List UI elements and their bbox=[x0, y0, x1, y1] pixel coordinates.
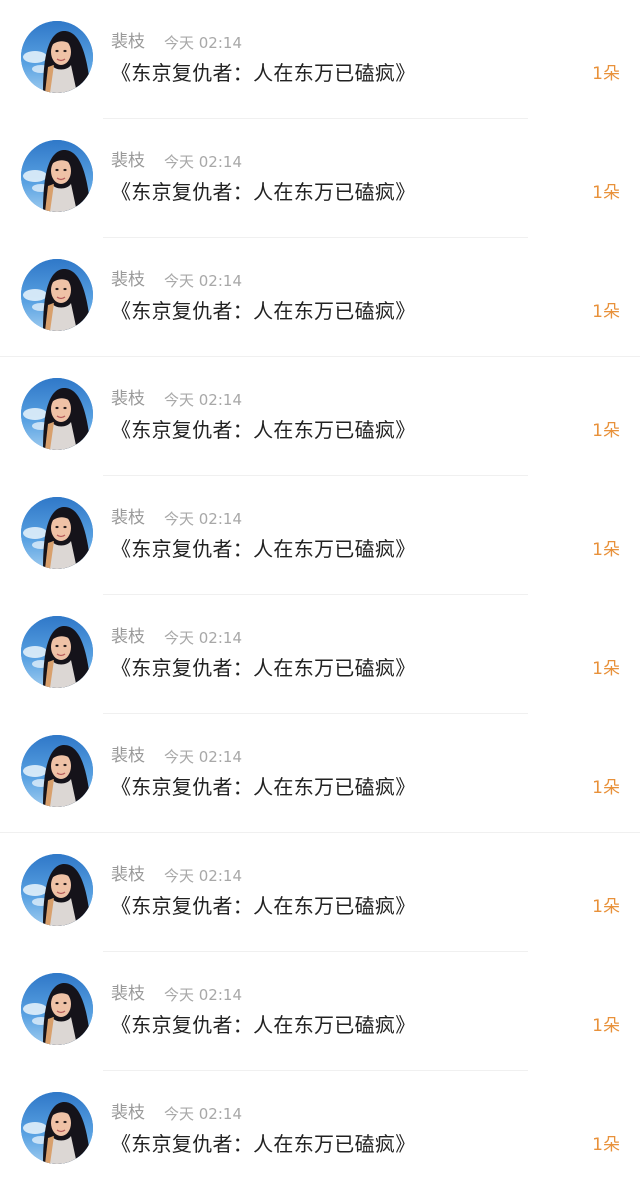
gift-amount: 1朵 bbox=[592, 183, 620, 203]
sender-name: 裴枝 bbox=[111, 746, 145, 766]
sender-name: 裴枝 bbox=[111, 1103, 145, 1123]
timestamp: 今天 02:14 bbox=[164, 153, 242, 171]
gift-amount: 1朵 bbox=[592, 1135, 620, 1155]
list-item[interactable]: 裴枝 今天 02:14 《东京复仇者：人在东万已磕疯》 1朵 bbox=[0, 1071, 640, 1190]
avatar[interactable] bbox=[21, 973, 93, 1045]
avatar[interactable] bbox=[21, 140, 93, 212]
list-item[interactable]: 裴枝 今天 02:14 《东京复仇者：人在东万已磕疯》 1朵 bbox=[0, 714, 640, 833]
gift-message: 《东京复仇者：人在东万已磕疯》 bbox=[111, 61, 416, 85]
gift-message: 《东京复仇者：人在东万已磕疯》 bbox=[111, 894, 416, 918]
gift-message: 《东京复仇者：人在东万已磕疯》 bbox=[111, 656, 416, 680]
timestamp: 今天 02:14 bbox=[164, 748, 242, 766]
list-item[interactable]: 裴枝 今天 02:14 《东京复仇者：人在东万已磕疯》 1朵 bbox=[0, 833, 640, 952]
gift-message: 《东京复仇者：人在东万已磕疯》 bbox=[111, 537, 416, 561]
avatar[interactable] bbox=[21, 378, 93, 450]
gift-amount: 1朵 bbox=[592, 302, 620, 322]
avatar[interactable] bbox=[21, 1092, 93, 1164]
list-item[interactable]: 裴枝 今天 02:14 《东京复仇者：人在东万已磕疯》 1朵 bbox=[0, 476, 640, 595]
gift-message: 《东京复仇者：人在东万已磕疯》 bbox=[111, 299, 416, 323]
avatar[interactable] bbox=[21, 735, 93, 807]
timestamp: 今天 02:14 bbox=[164, 272, 242, 290]
sender-name: 裴枝 bbox=[111, 270, 145, 290]
sender-name: 裴枝 bbox=[111, 865, 145, 885]
gift-message: 《东京复仇者：人在东万已磕疯》 bbox=[111, 775, 416, 799]
timestamp: 今天 02:14 bbox=[164, 34, 242, 52]
list-item[interactable]: 裴枝 今天 02:14 《东京复仇者：人在东万已磕疯》 1朵 bbox=[0, 952, 640, 1071]
sender-name: 裴枝 bbox=[111, 627, 145, 647]
list-item[interactable]: 裴枝 今天 02:14 《东京复仇者：人在东万已磕疯》 1朵 bbox=[0, 595, 640, 714]
gift-message: 《东京复仇者：人在东万已磕疯》 bbox=[111, 1013, 416, 1037]
list-item[interactable]: 裴枝 今天 02:14 《东京复仇者：人在东万已磕疯》 1朵 bbox=[0, 357, 640, 476]
sender-name: 裴枝 bbox=[111, 508, 145, 528]
gift-amount: 1朵 bbox=[592, 659, 620, 679]
gift-amount: 1朵 bbox=[592, 421, 620, 441]
sender-name: 裴枝 bbox=[111, 389, 145, 409]
timestamp: 今天 02:14 bbox=[164, 629, 242, 647]
avatar[interactable] bbox=[21, 616, 93, 688]
sender-name: 裴枝 bbox=[111, 984, 145, 1004]
gift-message: 《东京复仇者：人在东万已磕疯》 bbox=[111, 418, 416, 442]
sender-name: 裴枝 bbox=[111, 151, 145, 171]
list-item[interactable]: 裴枝 今天 02:14 《东京复仇者：人在东万已磕疯》 1朵 bbox=[0, 119, 640, 238]
list-item[interactable]: 裴枝 今天 02:14 《东京复仇者：人在东万已磕疯》 1朵 bbox=[0, 0, 640, 119]
avatar[interactable] bbox=[21, 854, 93, 926]
gift-message: 《东京复仇者：人在东万已磕疯》 bbox=[111, 1132, 416, 1156]
gift-record-list: 裴枝 今天 02:14 《东京复仇者：人在东万已磕疯》 1朵 裴枝 今天 02:… bbox=[0, 0, 640, 1189]
gift-amount: 1朵 bbox=[592, 540, 620, 560]
avatar[interactable] bbox=[21, 259, 93, 331]
gift-amount: 1朵 bbox=[592, 1016, 620, 1036]
gift-amount: 1朵 bbox=[592, 897, 620, 917]
timestamp: 今天 02:14 bbox=[164, 1105, 242, 1123]
timestamp: 今天 02:14 bbox=[164, 867, 242, 885]
timestamp: 今天 02:14 bbox=[164, 986, 242, 1004]
avatar[interactable] bbox=[21, 21, 93, 93]
list-item[interactable]: 裴枝 今天 02:14 《东京复仇者：人在东万已磕疯》 1朵 bbox=[0, 238, 640, 357]
gift-message: 《东京复仇者：人在东万已磕疯》 bbox=[111, 180, 416, 204]
timestamp: 今天 02:14 bbox=[164, 391, 242, 409]
timestamp: 今天 02:14 bbox=[164, 510, 242, 528]
avatar[interactable] bbox=[21, 497, 93, 569]
gift-amount: 1朵 bbox=[592, 778, 620, 798]
gift-amount: 1朵 bbox=[592, 64, 620, 84]
sender-name: 裴枝 bbox=[111, 32, 145, 52]
